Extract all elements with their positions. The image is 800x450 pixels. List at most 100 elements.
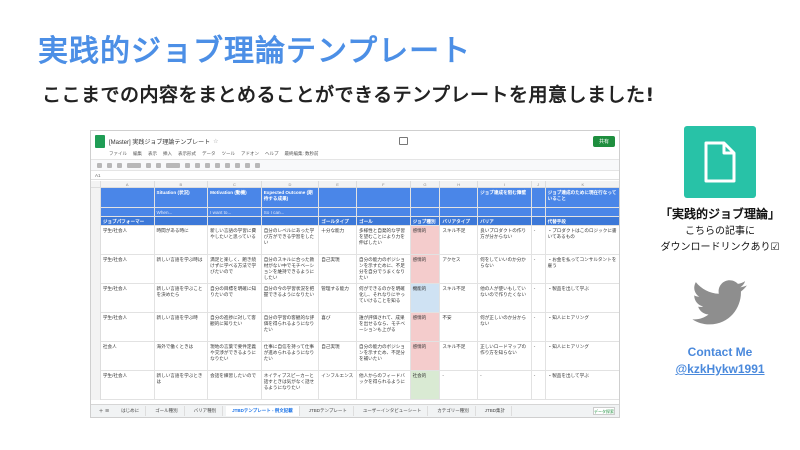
menu-item: ファイル	[109, 151, 127, 156]
table-cell: ・知人にヒアリング	[545, 313, 619, 342]
table-cell	[531, 217, 546, 226]
table-cell	[410, 188, 441, 208]
table-cell: ・製品を出して学ぶ	[545, 284, 619, 313]
table-cell: ・お金を払ってコンサルタントを雇う	[545, 255, 619, 284]
column-header: K	[546, 181, 619, 187]
table-cell: 仕事に自信を持って仕事が進められるようになりたい	[261, 342, 320, 371]
table-cell: 新しい言語の学習に費やしたいと思っている	[208, 226, 262, 255]
table-cell: 良いプロダクトの作り方が分からない	[478, 226, 532, 255]
article-download-link[interactable]: ダウンロードリンクあり☑	[640, 238, 800, 253]
table-cell: I want to...	[208, 208, 262, 217]
menu-item: 表示	[148, 151, 157, 156]
table-row: When... I want to... So I can...	[91, 208, 619, 217]
row-number	[91, 208, 101, 217]
table-cell	[545, 208, 619, 217]
table-row: 学生/社会人 時間がある時に 新しい言語の学習に費やしたいと思っている 自分のレベルに…	[91, 226, 619, 255]
table-cell: 自分の進捗に対して客観的に知りたい	[208, 313, 262, 342]
table-cell: 社会的	[410, 371, 441, 400]
sheet-title-bar: [Master] 実践ジョブ理論テンプレート ☆ 共有	[91, 131, 619, 151]
sheet-tab: JTBDテンプレート - 例文記載	[226, 406, 300, 416]
table-cell: 何ができるのかを明確化し、それなりにやっていけることを知る	[356, 284, 411, 313]
explore-button: データ探索	[593, 407, 615, 415]
row-number	[91, 217, 101, 226]
table-cell: 感情的	[410, 255, 441, 284]
table-cell: アクセス	[440, 255, 479, 284]
doc-title: [Master] 実践ジョブ理論テンプレート	[109, 139, 211, 146]
table-cell	[440, 208, 479, 217]
table-row: Situation (状況) Motivation (動機) Expected Ou…	[91, 188, 619, 208]
table-cell: 他の人が使いもしていないので作りたくない	[478, 284, 532, 313]
table-cell: 学生/社会人	[100, 371, 155, 400]
slide-title: 実践的ジョブ理論テンプレート	[38, 34, 472, 69]
zoom-select	[127, 162, 141, 168]
sheet-toolbar	[91, 159, 619, 171]
table-cell: 機能的	[410, 284, 441, 313]
table-cell	[531, 208, 546, 217]
table-cell: 自分のスキルに合った教材がない中でモチベーションを維持できるようにしたい	[261, 255, 320, 284]
table-cell: スキル不足	[440, 226, 479, 255]
table-row: 学生/社会人 新しい言語を学ぶときは 会話を練習したいので ネイティブスピーカーと話す…	[91, 371, 619, 400]
table-cell: 自分の目標を明確に知りたいので	[208, 284, 262, 313]
row-number	[91, 226, 101, 255]
cell-reference: A1	[95, 173, 101, 178]
table-cell: スキル不足	[440, 284, 479, 313]
table-cell: 何をしていいのか分からない	[478, 255, 532, 284]
table-cell: ジョブ種別	[410, 217, 441, 226]
fill-color-icon	[215, 162, 220, 168]
table-cell: ネイティブスピーカーと話すときは気がなく話せるようになりたい	[261, 371, 320, 400]
table-cell	[410, 208, 441, 217]
table-cell: 学生/社会人	[100, 313, 155, 342]
row-number	[91, 371, 101, 400]
table-cell: 学生/社会人	[100, 226, 155, 255]
print-icon	[117, 162, 122, 168]
add-sheet-icon: + ≡	[99, 407, 110, 415]
menu-item: アドオン	[241, 151, 259, 156]
row-number	[91, 284, 101, 313]
table-cell: 管理する能力	[319, 284, 357, 313]
table-cell: -	[531, 255, 546, 284]
table-cell: -	[531, 226, 546, 255]
sheets-logo-icon	[95, 134, 105, 148]
table-cell: Situation (状況)	[154, 188, 209, 208]
row-number	[91, 255, 101, 284]
sheet-tab: カテゴリー種別	[431, 406, 476, 416]
table-cell	[478, 208, 532, 217]
table-cell: Expected Outcome (期待する成果)	[261, 188, 320, 208]
table-cell: 自分の能力のボジションを示すために、不足分を自分でうまくなりたい	[356, 255, 411, 284]
table-cell: 自分の学習の客観的な評価を得られるようになりたい	[261, 313, 320, 342]
share-button: 共有	[592, 135, 615, 147]
link-icon	[245, 162, 250, 168]
column-header: C	[208, 181, 262, 187]
column-header: E	[319, 181, 357, 187]
table-cell	[154, 217, 209, 226]
column-header: F	[357, 181, 411, 187]
table-cell: ジョブ達成を阻む障壁	[478, 188, 532, 208]
table-cell: 喜び	[319, 313, 357, 342]
table-cell: 何が正しいのか分からない	[478, 313, 532, 342]
article-description-line-1: こちらの記事に	[685, 226, 755, 237]
table-cell: 新しい言語を学ぶことを決めたら	[154, 284, 209, 313]
contact-twitter-handle[interactable]: @kzkHykw1991	[640, 362, 800, 376]
sheet-tab: JTBD集計	[479, 406, 512, 416]
table-cell: 社会人	[100, 342, 155, 371]
table-cell	[208, 217, 262, 226]
table-cell: 正しいロードマップの作り方を知らない	[478, 342, 532, 371]
table-cell: 新しい言語を学ぶときは	[154, 371, 209, 400]
menu-item: 挿入	[163, 151, 172, 156]
table-cell: Motivation (動機)	[208, 188, 262, 208]
table-cell: -	[531, 284, 546, 313]
table-cell	[319, 208, 357, 217]
table-cell: 自分の能力のボジションを示すため、不足分を補いたい	[356, 342, 411, 371]
table-cell	[356, 188, 411, 208]
table-cell: 感情的	[410, 313, 441, 342]
column-header: J	[532, 181, 546, 187]
table-cell: -	[531, 342, 546, 371]
table-cell: 多様性と自発的な学習を望むことにより力を伸ばしたい	[356, 226, 411, 255]
table-cell: 感情的	[410, 342, 441, 371]
column-header: A	[101, 181, 155, 187]
font-select	[166, 162, 180, 168]
bold-icon	[185, 162, 190, 168]
spreadsheet-screenshot: [Master] 実践ジョブ理論テンプレート ☆ 共有 ファイル 編集 表示 挿入 表示…	[90, 130, 620, 418]
row-number	[91, 342, 101, 371]
table-cell: ジョブ達成のために現在行なっていること	[545, 188, 619, 208]
